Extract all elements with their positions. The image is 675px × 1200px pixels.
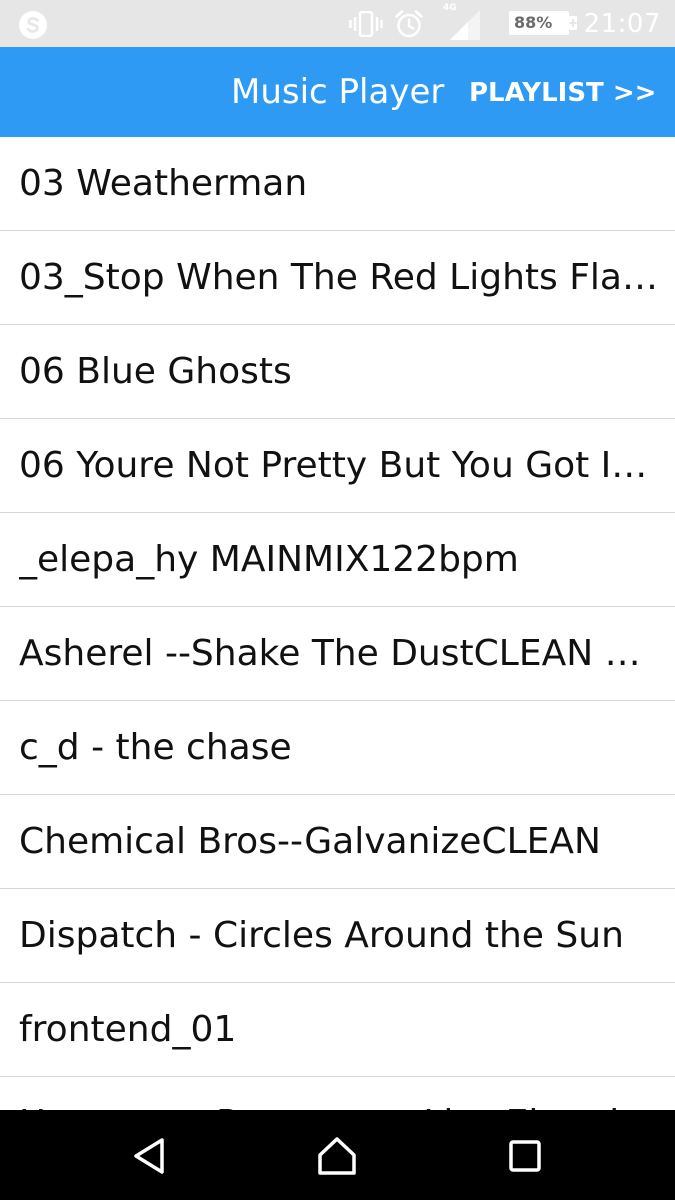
song-list-item[interactable]: Asherel --Shake The DustCLEAN MIX <box>0 607 675 701</box>
song-list[interactable]: 03 Weatherman 03_Stop When The Red Lights… <box>0 137 675 1110</box>
song-title: Asherel --Shake The DustCLEAN MIX <box>19 633 659 674</box>
song-list-item[interactable]: 06 Youre Not Pretty But You Got It Goin … <box>0 419 675 513</box>
clock: 21:07 <box>583 9 661 39</box>
vibrate-icon <box>349 11 383 37</box>
song-list-item[interactable]: 03 Weatherman <box>0 137 675 231</box>
song-title: 03 Weatherman <box>19 163 308 204</box>
action-bar: Music Player PLAYLIST >> <box>0 47 675 137</box>
recents-icon[interactable] <box>503 1134 547 1178</box>
signal-icon: 4G <box>443 3 480 40</box>
song-list-item[interactable]: _elepa_hy MAINMIX122bpm <box>0 513 675 607</box>
app-title: Music Player <box>231 72 445 112</box>
song-list-item[interactable]: Chemical Bros--GalvanizeCLEAN <box>0 795 675 889</box>
home-icon[interactable] <box>315 1134 359 1178</box>
song-list-item[interactable]: c_d - the chase <box>0 701 675 795</box>
song-title: c_d - the chase <box>19 727 292 768</box>
alarm-icon <box>395 10 423 38</box>
song-title: _elepa_hy MAINMIX122bpm <box>19 539 519 580</box>
song-title: Howwwws Permanent Lies Electric <box>19 1099 659 1110</box>
song-list-item[interactable]: Howwwws Permanent Lies Electric <box>0 1077 675 1110</box>
song-list-item[interactable]: 03_Stop When The Red Lights Flash <box>0 231 675 325</box>
song-title: Chemical Bros--GalvanizeCLEAN <box>19 821 601 862</box>
network-type: 4G <box>443 3 457 13</box>
song-title: 06 Youre Not Pretty But You Got It Goin … <box>19 445 659 486</box>
battery-level: 88% <box>514 13 553 32</box>
navigation-bar <box>0 1110 675 1200</box>
song-title: frontend_01 <box>19 1009 237 1050</box>
status-bar: 4G 88% 21:07 <box>0 0 675 47</box>
back-icon[interactable] <box>128 1134 172 1178</box>
song-list-item[interactable]: Dispatch - Circles Around the Sun <box>0 889 675 983</box>
song-title: 03_Stop When The Red Lights Flash <box>19 257 659 298</box>
song-title: 06 Blue Ghosts <box>19 351 292 392</box>
song-list-item[interactable]: 06 Blue Ghosts <box>0 325 675 419</box>
song-list-item[interactable]: frontend_01 <box>0 983 675 1077</box>
song-title: Dispatch - Circles Around the Sun <box>19 915 624 956</box>
skype-icon <box>19 11 47 39</box>
playlist-button[interactable]: PLAYLIST >> <box>469 75 656 111</box>
